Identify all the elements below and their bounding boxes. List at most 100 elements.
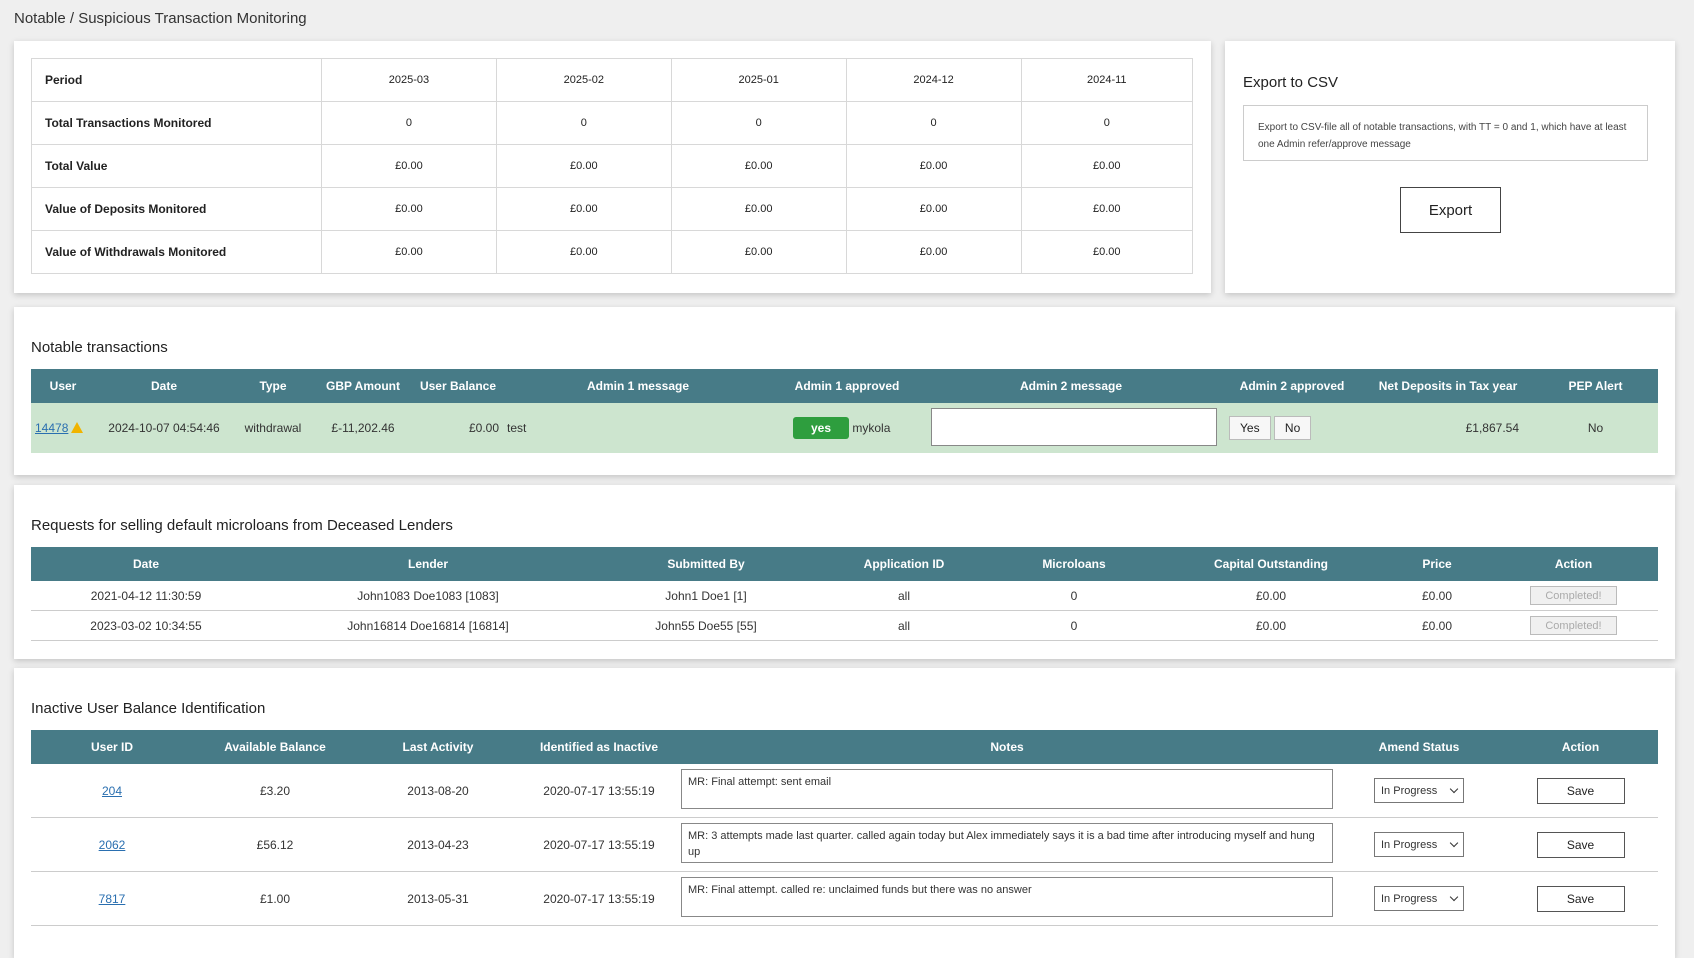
summary-table: Period 2025-03 2025-02 2025-01 2024-12 2… [31,58,1193,274]
submitted-by-cell: John55 Doe55 [55] [595,610,817,641]
col-user-balance: User Balance [413,369,503,403]
approved-badge: yes [793,417,850,439]
user-id-link[interactable]: 7817 [99,892,126,906]
microloans-cell: 0 [991,610,1157,641]
last-activity-cell: 2013-04-23 [357,817,519,872]
save-button[interactable]: Save [1536,831,1625,858]
user-link[interactable]: 14478 [35,421,68,435]
col-date: Date [31,547,261,581]
col-submitted-by: Submitted By [595,547,817,581]
col-date: Date [95,369,233,403]
last-activity-cell: 2013-08-20 [357,764,519,818]
approve-no-button[interactable]: No [1273,416,1312,440]
user-balance-cell: £0.00 [413,403,503,453]
cell: £0.00 [1020,144,1193,188]
user-id-link[interactable]: 2062 [99,838,126,852]
net-deposits-cell: £1,867.54 [1363,403,1533,453]
admin1-approved-cell: yes mykola [773,403,921,453]
inactive-card: Inactive User Balance Identification Use… [14,668,1675,958]
completed-button[interactable]: Completed! [1530,586,1617,605]
table-row: 2062 £56.12 2013-04-23 2020-07-17 13:55:… [31,817,1658,872]
admin2-message-input[interactable] [931,407,1217,446]
cell: 0 [845,101,1022,145]
deceased-table: Date Lender Submitted By Application ID … [31,547,1658,641]
export-card: Export to CSV Export to CSV-file all of … [1225,41,1675,293]
save-button[interactable]: Save [1536,777,1625,804]
price-cell: £0.00 [1385,610,1489,641]
deceased-title: Requests for selling default microloans … [31,517,453,534]
user-id-cell: 204 [31,764,193,818]
summary-row-total-value: Total Value £0.00 £0.00 £0.00 £0.00 £0.0… [31,144,1193,188]
table-row: 204 £3.20 2013-08-20 2020-07-17 13:55:19… [31,764,1658,818]
user-id-cell: 2062 [31,817,193,872]
cell: 0 [495,101,672,145]
cell: £0.00 [495,187,672,231]
inactive-table: User ID Available Balance Last Activity … [31,730,1658,926]
export-button[interactable]: Export [1400,187,1501,233]
page-title: Notable / Suspicious Transaction Monitor… [14,10,307,27]
status-select[interactable]: In Progress [1374,778,1464,803]
row-label: Total Transactions Monitored [31,101,322,145]
col-net-deposits: Net Deposits in Tax year [1363,369,1533,403]
col-available-balance: Available Balance [193,730,357,764]
chevron-down-icon [1449,784,1459,794]
status-cell: In Progress [1335,871,1503,926]
summary-row-total-transactions: Total Transactions Monitored 0 0 0 0 0 [31,101,1193,145]
period-2: 2025-02 [495,58,672,102]
action-cell: Completed! [1489,610,1658,641]
user-id-link[interactable]: 204 [102,784,122,798]
warning-icon [71,422,84,433]
admin2-message-cell [921,403,1221,453]
row-label: Total Value [31,144,322,188]
cell: £0.00 [321,187,497,231]
summary-row-deposits: Value of Deposits Monitored £0.00 £0.00 … [31,187,1193,231]
col-user: User [31,369,95,403]
notes-input[interactable]: MR: 3 attempts made last quarter. called… [681,823,1333,863]
admin1-message-cell: test [503,403,773,453]
save-button[interactable]: Save [1536,885,1625,912]
cell: 0 [321,101,497,145]
export-title: Export to CSV [1243,74,1339,91]
balance-cell: £1.00 [193,871,357,926]
status-value: In Progress [1381,838,1438,851]
col-amend-status: Amend Status [1335,730,1503,764]
inactive-header-row: User ID Available Balance Last Activity … [31,730,1658,764]
type-cell: withdrawal [233,403,313,453]
cell: 0 [670,101,847,145]
status-select[interactable]: In Progress [1374,886,1464,911]
lender-cell: John16814 Doe16814 [16814] [261,610,595,641]
col-identified-inactive: Identified as Inactive [519,730,679,764]
notes-cell: MR: 3 attempts made last quarter. called… [679,817,1335,872]
approve-yes-button[interactable]: Yes [1229,416,1271,440]
table-row: 2021-04-12 11:30:59 John1083 Doe1083 [10… [31,581,1658,611]
col-application-id: Application ID [817,547,991,581]
identified-cell: 2020-07-17 13:55:19 [519,764,679,818]
col-pep-alert: PEP Alert [1533,369,1658,403]
notes-input[interactable]: MR: Final attempt. called re: unclaimed … [681,877,1333,917]
date-cell: 2024-10-07 04:54:46 [95,403,233,453]
cell: £0.00 [845,144,1022,188]
admin1-name: mykola [852,421,891,435]
period-label: Period [31,58,322,102]
col-admin1-message: Admin 1 message [503,369,773,403]
balance-cell: £3.20 [193,764,357,818]
user-id-cell: 7817 [31,871,193,926]
balance-cell: £56.12 [193,817,357,872]
col-capital-outstanding: Capital Outstanding [1157,547,1385,581]
notes-input[interactable]: MR: Final attempt: sent email [681,769,1333,809]
capital-cell: £0.00 [1157,610,1385,641]
action-cell: Save [1503,871,1658,926]
table-row: 7817 £1.00 2013-05-31 2020-07-17 13:55:1… [31,871,1658,926]
col-admin2-approved: Admin 2 approved [1221,369,1363,403]
col-type: Type [233,369,313,403]
col-admin2-message: Admin 2 message [921,369,1221,403]
cell: £0.00 [1020,230,1193,274]
user-cell: 14478 [31,403,95,453]
chevron-down-icon [1449,838,1459,848]
status-select[interactable]: In Progress [1374,832,1464,857]
col-notes: Notes [679,730,1335,764]
cell: £0.00 [1020,187,1193,231]
export-description: Export to CSV-file all of notable transa… [1243,105,1648,161]
application-id-cell: all [817,610,991,641]
completed-button[interactable]: Completed! [1530,616,1617,635]
